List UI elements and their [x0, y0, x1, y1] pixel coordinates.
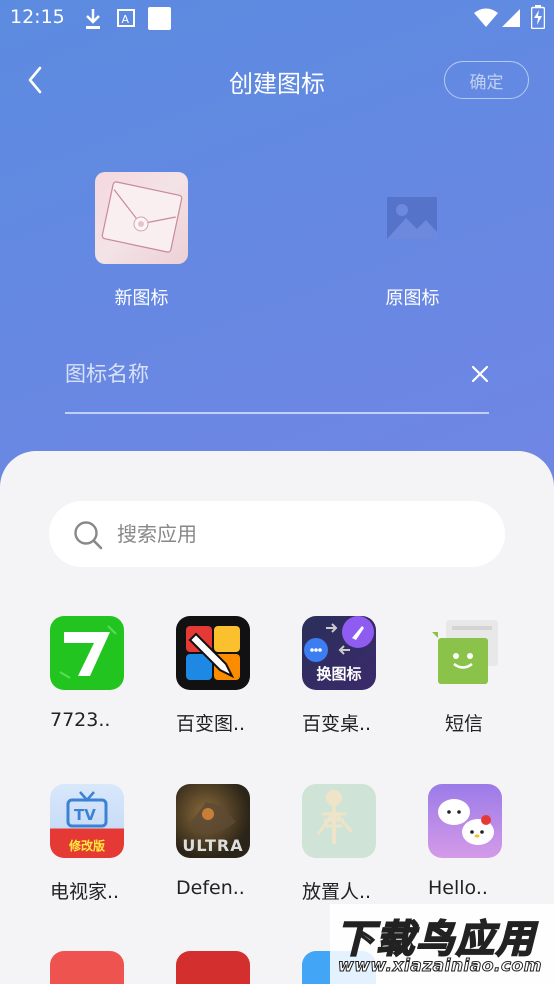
download-icon	[86, 9, 100, 29]
signal-icon	[502, 9, 520, 27]
wifi-icon	[474, 8, 498, 27]
svg-text:A: A	[122, 13, 130, 26]
app-item-7723[interactable]: 7723..	[50, 616, 160, 731]
new-icon-label: 新图标	[114, 288, 169, 309]
battery-icon	[531, 5, 545, 29]
app-label: 百变桌..	[302, 713, 372, 735]
app-label: 百变图..	[176, 713, 246, 735]
app-item-sms[interactable]: 短信	[428, 616, 538, 736]
app-badge: 换图标	[316, 665, 362, 683]
input-underline	[65, 412, 489, 414]
status-time: 12:15	[10, 6, 65, 28]
rocket-app-icon: 换图标	[302, 616, 376, 690]
app-label: 7723..	[50, 709, 111, 731]
app-item-hello[interactable]: Hello..	[428, 784, 538, 899]
defense-game-icon: ULTRA	[176, 784, 250, 858]
watermark-url: www.xiazainiao.com	[338, 956, 542, 977]
app-item-rocket[interactable]: 换图标 百变桌..	[302, 616, 412, 736]
square-notification-icon	[148, 7, 171, 30]
app-badge: 修改版	[68, 839, 105, 853]
search-bar[interactable]	[49, 501, 505, 567]
envelope-icon	[101, 181, 183, 253]
watermark: 下载鸟应用 www.xiazainiao.com	[330, 904, 554, 984]
app-label: 放置人..	[302, 881, 372, 903]
confirm-button[interactable]: 确定	[444, 61, 529, 99]
tv-app-icon: TV 修改版	[50, 784, 124, 858]
paintbrush-app-icon	[176, 616, 250, 690]
search-input[interactable]	[117, 517, 477, 551]
7723-app-icon	[50, 616, 124, 690]
status-bar: 12:15 A	[0, 0, 554, 38]
app-label: Defen..	[176, 877, 245, 899]
icon-name-input[interactable]	[65, 356, 455, 392]
search-icon	[74, 521, 103, 550]
app-label: 电视家..	[50, 881, 120, 903]
hello-kitty-app-icon	[428, 784, 502, 858]
clear-icon[interactable]	[466, 360, 494, 388]
app-badge: ULTRA	[182, 836, 244, 855]
original-icon-label: 原图标	[385, 288, 440, 309]
app-item-tv[interactable]: TV 修改版 电视家..	[50, 784, 160, 904]
red-app-icon	[50, 951, 124, 984]
sms-app-icon	[428, 616, 502, 690]
app-label: 短信	[445, 713, 484, 735]
text-notification-icon: A	[117, 9, 135, 27]
app-item-partial-1[interactable]	[50, 951, 160, 984]
app-item-defense[interactable]: ULTRA Defen..	[176, 784, 286, 899]
app-label: Hello..	[428, 877, 488, 899]
skeleton-app-icon	[302, 784, 376, 858]
new-icon-preview[interactable]	[95, 172, 188, 264]
watermark-title: 下载鸟应用	[335, 916, 537, 962]
app-item-paintbrush[interactable]: 百变图..	[176, 616, 286, 736]
app-item-partial-2[interactable]	[176, 951, 286, 984]
red-swirl-app-icon	[176, 951, 250, 984]
svg-text:TV: TV	[74, 806, 96, 824]
app-item-skeleton[interactable]: 放置人..	[302, 784, 412, 904]
image-placeholder-icon[interactable]	[386, 196, 438, 240]
